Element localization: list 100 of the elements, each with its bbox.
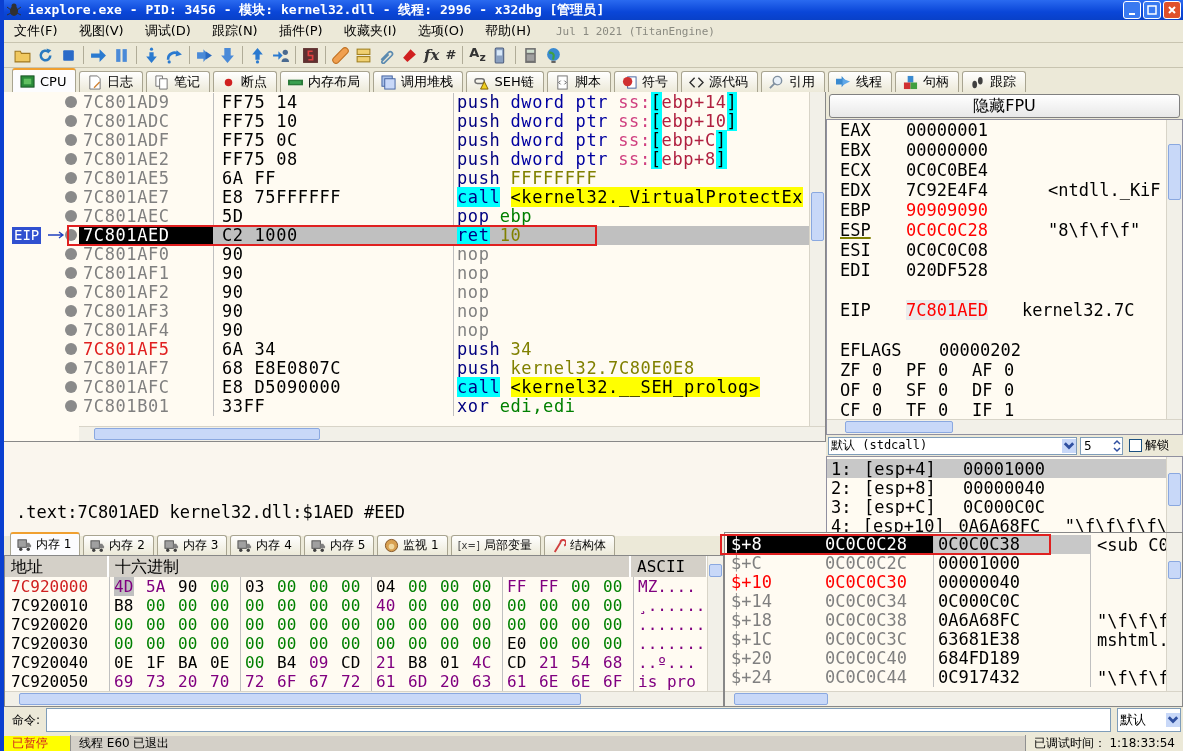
tab[interactable]: 脚本: [546, 71, 611, 92]
breakpoint-marker[interactable]: [65, 191, 77, 203]
register-value[interactable]: 020DF528: [906, 260, 1048, 280]
flag-value[interactable]: 0: [872, 400, 906, 419]
breakpoint-marker[interactable]: [65, 381, 77, 393]
tab[interactable]: CPU: [12, 68, 77, 92]
pause-icon[interactable]: [113, 46, 130, 64]
tab[interactable]: 内存布局: [280, 71, 371, 92]
argument-row[interactable]: 2: [esp+8] 00000040: [827, 478, 1167, 497]
breakpoint-marker[interactable]: [65, 324, 77, 336]
menu-item[interactable]: 调试(D): [144, 22, 191, 40]
horizontal-scrollbar[interactable]: [827, 419, 1182, 434]
breakpoint-marker[interactable]: [65, 115, 77, 127]
tab[interactable]: 笔记: [146, 71, 211, 92]
arrow-down-icon[interactable]: [219, 46, 236, 64]
tab[interactable]: SEH链: [466, 71, 544, 92]
tag-icon[interactable]: [401, 46, 418, 64]
vertical-scrollbar[interactable]: [1166, 533, 1182, 691]
minimize-button[interactable]: [1123, 1, 1141, 19]
breakpoint-marker[interactable]: [65, 267, 77, 279]
vertical-scrollbar[interactable]: [1166, 457, 1182, 535]
breakpoint-marker[interactable]: [65, 362, 77, 374]
restart-icon[interactable]: [37, 46, 54, 64]
horizontal-scrollbar[interactable]: [79, 426, 825, 441]
flag-value[interactable]: 0: [938, 400, 972, 419]
argument-row[interactable]: 3: [esp+C] 0C000C0C: [827, 497, 1167, 516]
menu-item[interactable]: 跟踪(N): [211, 22, 258, 40]
register-value[interactable]: 0C0C0C08: [906, 240, 1048, 260]
tab[interactable]: 内存 2: [83, 535, 154, 555]
double-arrow-icon[interactable]: [196, 46, 213, 64]
command-field[interactable]: [46, 708, 1111, 732]
breakpoint-marker[interactable]: [65, 286, 77, 298]
instruction-cell-text: push FFFFFFFF: [456, 169, 598, 188]
horizontal-scrollbar[interactable]: [725, 691, 1182, 706]
register-value[interactable]: 0C0C0C28: [906, 220, 1048, 240]
breakpoint-marker[interactable]: [65, 172, 77, 184]
register-value[interactable]: 7C92E4F4: [906, 180, 1048, 200]
menu-item[interactable]: 插件(P): [278, 22, 323, 40]
flag-value[interactable]: 0: [872, 360, 906, 380]
register-value[interactable]: 00000001: [906, 120, 1048, 140]
tab[interactable]: 内存 1: [10, 532, 81, 555]
tab[interactable]: 线程: [827, 71, 892, 92]
breakpoint-marker[interactable]: [65, 96, 77, 108]
flag-value[interactable]: 0: [1004, 380, 1038, 400]
maximize-button[interactable]: [1143, 1, 1161, 19]
breakpoint-marker[interactable]: [65, 248, 77, 260]
horizontal-scrollbar[interactable]: [5, 691, 723, 706]
vertical-scrollbar[interactable]: [707, 556, 723, 691]
tab[interactable]: 内存 4: [230, 535, 301, 555]
tab[interactable]: 断点: [213, 71, 278, 92]
globe-icon[interactable]: [544, 46, 562, 64]
tab[interactable]: 符号: [613, 71, 678, 92]
column-header[interactable]: 地址: [5, 556, 109, 577]
mode-dropdown[interactable]: 默认: [1117, 708, 1181, 732]
vertical-scrollbar[interactable]: [1166, 120, 1182, 419]
convention-dropdown[interactable]: 默认 (stdcall): [828, 436, 1077, 455]
breakpoint-marker[interactable]: [65, 400, 77, 412]
flag-value[interactable]: 1: [1004, 400, 1038, 419]
register-value[interactable]: 00000000: [906, 140, 1048, 160]
tab[interactable]: 结构体: [543, 535, 615, 555]
font-icon[interactable]: A$_{z}$: [469, 43, 486, 67]
menu-item[interactable]: 视图(V): [78, 22, 124, 40]
flag-value[interactable]: 0: [1004, 360, 1038, 380]
breakpoint-marker[interactable]: [65, 153, 77, 165]
menu-item[interactable]: 收藏夹(I): [343, 22, 397, 40]
argument-row[interactable]: 1: [esp+4] 00001000: [827, 459, 1167, 478]
breakpoint-marker[interactable]: [65, 343, 77, 355]
flag-value[interactable]: 0: [872, 380, 906, 400]
count-spinbox[interactable]: 5: [1080, 436, 1123, 455]
tab[interactable]: 日志: [79, 71, 144, 92]
menu-item[interactable]: 选项(O): [417, 22, 465, 40]
comment-icon[interactable]: [355, 46, 372, 64]
flag-value[interactable]: 0: [938, 360, 972, 380]
hash-icon[interactable]: #: [445, 46, 457, 64]
tab[interactable]: 跟踪: [961, 71, 1026, 92]
vertical-scrollbar[interactable]: [809, 92, 825, 426]
register-value[interactable]: 90909090: [906, 200, 1048, 220]
tab[interactable]: 内存 5: [303, 535, 375, 555]
tab[interactable]: 引用: [760, 71, 825, 92]
checkbox[interactable]: [1129, 439, 1142, 452]
flag-value[interactable]: 0: [938, 380, 972, 400]
checkbox-label[interactable]: 解锁: [1145, 437, 1169, 454]
script-icon[interactable]: [302, 46, 319, 64]
tab[interactable]: 调用堆栈: [373, 71, 464, 92]
tab[interactable]: 句柄: [894, 71, 959, 92]
register-value[interactable]: 0C0C0BE4: [906, 160, 1048, 180]
breakpoint-marker[interactable]: [65, 210, 77, 222]
function-icon[interactable]: fx: [424, 46, 440, 64]
close-button[interactable]: [1163, 1, 1181, 19]
breakpoint-marker[interactable]: [65, 305, 77, 317]
tab[interactable]: 源代码: [680, 71, 758, 92]
menu-item[interactable]: 文件(F): [14, 22, 58, 40]
tab[interactable]: 监视 1: [377, 535, 448, 555]
tab[interactable]: [x=] 局部变量: [450, 535, 541, 555]
register-value[interactable]: 00000202: [939, 340, 1081, 360]
breakpoint-marker[interactable]: [65, 134, 77, 146]
hide-fpu-button[interactable]: 隐藏FPU: [829, 94, 1180, 118]
tab[interactable]: 内存 3: [156, 535, 228, 555]
menu-item[interactable]: 帮助(H): [485, 22, 531, 40]
bandage-icon[interactable]: [332, 46, 349, 64]
